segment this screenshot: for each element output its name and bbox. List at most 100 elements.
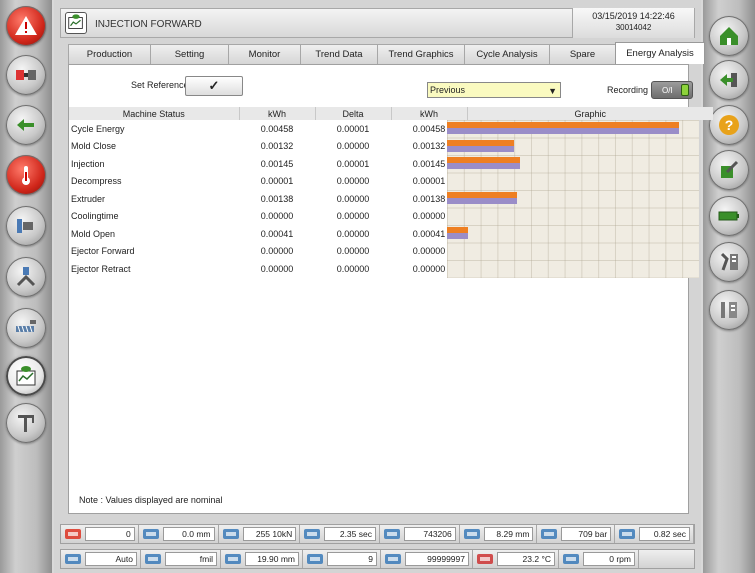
row-delta: 0.00000 — [336, 228, 370, 239]
energy-bar-graph — [447, 120, 699, 278]
mode-icon — [64, 552, 82, 566]
back-icon[interactable] — [709, 60, 749, 100]
status-cell: 0 rpm — [559, 550, 639, 568]
tab-trend-graphics[interactable]: Trend Graphics — [377, 44, 465, 64]
status-cell: 23.2 °C — [473, 550, 559, 568]
recording-toggle[interactable]: O/I — [651, 81, 693, 99]
tab-cycle-analysis[interactable]: Cycle Analysis — [464, 44, 550, 64]
status-cell: 255 10kN — [219, 525, 301, 543]
status-value: 255 10kN — [242, 527, 297, 541]
tool-settings-icon[interactable] — [709, 290, 749, 330]
alarm-icon[interactable] — [6, 6, 46, 46]
row-delta: 0.00000 — [336, 193, 370, 204]
ejector-icon[interactable] — [6, 105, 46, 145]
row-name: Mold Open — [71, 228, 116, 239]
cavities-icon — [306, 552, 324, 566]
row-name: Mold Close — [71, 141, 117, 152]
row-delta: 0.00000 — [336, 246, 370, 257]
status-cell: 709 bar — [537, 525, 616, 543]
injection-icon[interactable] — [6, 206, 46, 246]
tab-setting[interactable]: Setting — [150, 44, 229, 64]
status-value: 19.90 mm — [245, 552, 299, 566]
edit-icon[interactable] — [709, 150, 749, 190]
screw-icon[interactable] — [6, 308, 46, 348]
row-name: Ejector Forward — [71, 246, 135, 257]
mold-icon[interactable] — [6, 55, 46, 95]
status-cell: fmil — [141, 550, 221, 568]
col-header-status: Machine Status — [69, 107, 240, 120]
status-cell: 743206 — [380, 525, 460, 543]
row-delta: 0.00001 — [336, 123, 370, 134]
screw-position-icon — [463, 527, 481, 541]
shot-counter-icon — [383, 527, 401, 541]
target-count-icon — [384, 552, 402, 566]
tab-bar: Production Setting Monitor Trend Data Tr… — [68, 42, 705, 64]
energy-monitor-icon[interactable] — [6, 356, 46, 396]
energy-analysis-panel: Set Reference ✓ Previous ▼ Recording O/I… — [68, 64, 713, 514]
row-name: Injection — [71, 158, 105, 169]
tools-icon[interactable] — [709, 242, 749, 282]
tab-trend-data[interactable]: Trend Data — [300, 44, 378, 64]
current-bar — [447, 163, 521, 169]
col-header-delta: Delta — [315, 107, 392, 120]
crane-icon[interactable] — [6, 403, 46, 443]
status-cell: 8.29 mm — [460, 525, 538, 543]
set-reference-button[interactable]: ✓ — [185, 76, 243, 96]
status-value: 0.82 sec — [639, 527, 690, 541]
row-name: Ejector Retract — [71, 263, 131, 274]
user-icon — [144, 552, 162, 566]
status-value: 0 — [85, 527, 135, 541]
row-name: Extruder — [71, 193, 106, 204]
status-value: Auto — [85, 552, 137, 566]
left-nav-rail — [0, 0, 52, 573]
row-delta: 0.00000 — [336, 176, 370, 187]
home-icon[interactable] — [709, 16, 749, 56]
clamp-force-icon — [222, 527, 240, 541]
recording-toggle-label: O/I — [662, 85, 673, 95]
compare-select[interactable]: Previous ▼ — [427, 82, 561, 98]
row-name: Coolingtime — [71, 211, 119, 222]
tab-energy-analysis[interactable]: Energy Analysis — [615, 42, 705, 64]
status-cell: 9 — [303, 550, 381, 568]
status-value: 9 — [327, 552, 377, 566]
status-value: 8.29 mm — [483, 527, 534, 541]
status-cell: 2.35 sec — [300, 525, 380, 543]
tab-monitor[interactable]: Monitor — [228, 44, 301, 64]
status-bar-bottom: Auto fmil 19.90 mm 9 99999997 23.2 °C 0 rpm — [60, 549, 695, 569]
col-header-kwh-ref: kWh — [391, 107, 468, 120]
injection-time-icon — [618, 527, 636, 541]
svg-text:?: ? — [725, 117, 734, 133]
help-icon[interactable]: ? — [709, 105, 749, 145]
tab-spare[interactable]: Spare — [549, 44, 616, 64]
compare-select-value: Previous — [430, 85, 466, 95]
row-kwh: 0.00138 — [260, 193, 294, 204]
status-cell: 0.0 mm — [139, 525, 219, 543]
chevron-down-icon: ▼ — [548, 86, 557, 96]
current-bar — [447, 145, 514, 152]
row-name: Cycle Energy — [71, 123, 125, 134]
row-delta: 0.00000 — [336, 211, 370, 222]
row-kwh: 0.00001 — [260, 176, 294, 187]
temperature-icon[interactable] — [6, 155, 46, 195]
row-kwh: 0.00041 — [260, 228, 294, 239]
tab-production[interactable]: Production — [68, 44, 151, 64]
current-bar — [447, 128, 679, 134]
cycle-time-icon — [303, 527, 321, 541]
injection-pressure-icon — [540, 527, 558, 541]
status-cell: 0.82 sec — [615, 525, 694, 543]
status-bar-top: 0 0.0 mm 255 10kN 2.35 sec 743206 8.29 mm 709 … — [60, 524, 695, 544]
main-area: INJECTION FORWARD 03/15/2019 14:22:46 30… — [54, 0, 713, 573]
col-header-kwh: kWh — [239, 107, 316, 120]
status-cell: 0 — [61, 525, 139, 543]
col-header-graphic: Graphic — [467, 107, 713, 120]
row-kwh: 0.00458 — [260, 123, 294, 134]
row-delta: 0.00000 — [336, 263, 370, 274]
robot-icon[interactable] — [6, 257, 46, 297]
row-delta: 0.00000 — [336, 141, 370, 152]
row-kwh: 0.00000 — [260, 246, 294, 257]
screw-speed-icon — [562, 552, 580, 566]
status-value: fmil — [165, 552, 217, 566]
temperature-icon — [476, 552, 494, 566]
status-value: 2.35 sec — [324, 527, 376, 541]
battery-icon[interactable] — [709, 196, 749, 236]
